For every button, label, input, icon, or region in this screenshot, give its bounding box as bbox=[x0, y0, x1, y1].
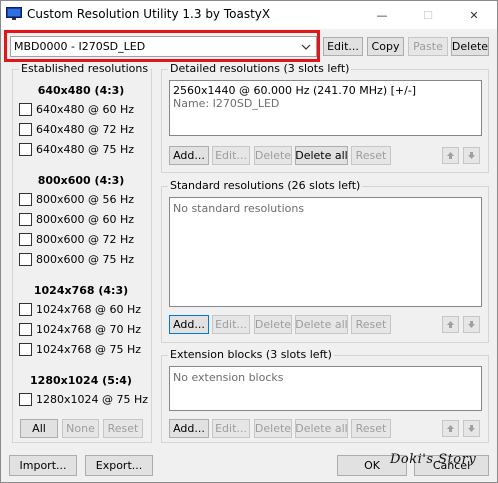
extension-reset-button[interactable]: Reset bbox=[351, 419, 391, 438]
checkbox-label: 640x480 @ 75 Hz bbox=[36, 143, 135, 156]
extension-delete-button[interactable]: Delete bbox=[254, 419, 292, 438]
close-button[interactable]: ✕ bbox=[451, 1, 497, 29]
checkbox-box[interactable] bbox=[19, 103, 32, 116]
group-header-1024: 1024x768 (4:3) bbox=[33, 284, 129, 297]
standard-reset-button[interactable]: Reset bbox=[351, 315, 391, 334]
delete-monitor-button[interactable]: Delete bbox=[451, 37, 489, 56]
checkbox-800x600-56[interactable]: 800x600 @ 56 Hz bbox=[19, 193, 134, 206]
standard-add-button[interactable]: Add... bbox=[169, 315, 209, 334]
checkbox-label: 800x600 @ 75 Hz bbox=[36, 253, 135, 266]
checkbox-640x480-75[interactable]: 640x480 @ 75 Hz bbox=[19, 143, 134, 156]
extension-move-down-button[interactable] bbox=[463, 420, 480, 437]
group-header-800: 800x600 (4:3) bbox=[37, 174, 125, 187]
minimize-button[interactable]: — bbox=[359, 1, 405, 29]
checkbox-box[interactable] bbox=[19, 213, 32, 226]
arrow-up-icon bbox=[447, 425, 454, 432]
chevron-down-icon bbox=[301, 44, 311, 50]
arrow-down-icon bbox=[468, 152, 475, 159]
checkbox-label: 640x480 @ 72 Hz bbox=[36, 123, 135, 136]
detailed-entry[interactable]: 2560x1440 @ 60.000 Hz (241.70 MHz) [+/-] bbox=[173, 84, 416, 97]
standard-resolutions-list[interactable]: No standard resolutions bbox=[169, 197, 482, 307]
checkbox-label: 800x600 @ 56 Hz bbox=[36, 193, 135, 206]
checkbox-800x600-72[interactable]: 800x600 @ 72 Hz bbox=[19, 233, 134, 246]
checkbox-640x480-72[interactable]: 640x480 @ 72 Hz bbox=[19, 123, 134, 136]
detailed-resolutions-list[interactable]: 2560x1440 @ 60.000 Hz (241.70 MHz) [+/-]… bbox=[169, 80, 482, 136]
extension-empty-text: No extension blocks bbox=[173, 371, 284, 384]
minimize-icon: — bbox=[376, 8, 388, 22]
detailed-move-up-button[interactable] bbox=[442, 147, 459, 164]
detailed-delete-button[interactable]: Delete bbox=[254, 146, 292, 165]
checkbox-box[interactable] bbox=[19, 253, 32, 266]
monitor-icon bbox=[6, 7, 22, 20]
checkbox-label: 640x480 @ 60 Hz bbox=[36, 103, 135, 116]
standard-edit-button[interactable]: Edit... bbox=[212, 315, 250, 334]
checkbox-label: 1024x768 @ 70 Hz bbox=[36, 323, 142, 336]
paste-button[interactable]: Paste bbox=[408, 37, 448, 56]
checkbox-box[interactable] bbox=[19, 393, 32, 406]
detailed-reset-button[interactable]: Reset bbox=[351, 146, 391, 165]
checkbox-1024x768-75[interactable]: 1024x768 @ 75 Hz bbox=[19, 343, 141, 356]
checkbox-label: 1024x768 @ 60 Hz bbox=[36, 303, 142, 316]
established-reset-button[interactable]: Reset bbox=[103, 419, 143, 438]
detailed-title: Detailed resolutions (3 slots left) bbox=[168, 62, 352, 75]
extension-title: Extension blocks (3 slots left) bbox=[168, 348, 334, 361]
export-button[interactable]: Export... bbox=[85, 455, 153, 476]
standard-title: Standard resolutions (26 slots left) bbox=[168, 179, 363, 192]
standard-empty-text: No standard resolutions bbox=[173, 202, 305, 215]
arrow-up-icon bbox=[447, 321, 454, 328]
detailed-add-button[interactable]: Add... bbox=[169, 146, 209, 165]
arrow-up-icon bbox=[447, 152, 454, 159]
import-button[interactable]: Import... bbox=[9, 455, 77, 476]
standard-delete-all-button[interactable]: Delete all bbox=[295, 315, 348, 334]
checkbox-box[interactable] bbox=[19, 233, 32, 246]
checkbox-1024x768-60[interactable]: 1024x768 @ 60 Hz bbox=[19, 303, 141, 316]
checkbox-label: 800x600 @ 60 Hz bbox=[36, 213, 135, 226]
checkbox-800x600-60[interactable]: 800x600 @ 60 Hz bbox=[19, 213, 134, 226]
close-icon: ✕ bbox=[469, 8, 479, 22]
edit-monitor-button[interactable]: Edit... bbox=[323, 37, 363, 56]
window-title: Custom Resolution Utility 1.3 by ToastyX bbox=[27, 7, 271, 21]
extension-delete-all-button[interactable]: Delete all bbox=[295, 419, 348, 438]
title-bar[interactable]: Custom Resolution Utility 1.3 by ToastyX… bbox=[1, 1, 497, 29]
checkbox-640x480-60[interactable]: 640x480 @ 60 Hz bbox=[19, 103, 134, 116]
standard-delete-button[interactable]: Delete bbox=[254, 315, 292, 334]
checkbox-box[interactable] bbox=[19, 343, 32, 356]
detailed-delete-all-button[interactable]: Delete all bbox=[295, 146, 348, 165]
select-all-button[interactable]: All bbox=[20, 419, 58, 438]
checkbox-box[interactable] bbox=[19, 303, 32, 316]
app-window: Custom Resolution Utility 1.3 by ToastyX… bbox=[0, 0, 498, 483]
checkbox-label: 1024x768 @ 75 Hz bbox=[36, 343, 142, 356]
checkbox-1024x768-70[interactable]: 1024x768 @ 70 Hz bbox=[19, 323, 141, 336]
checkbox-box[interactable] bbox=[19, 193, 32, 206]
checkbox-label: 1280x1024 @ 75 Hz bbox=[36, 393, 149, 406]
detailed-edit-button[interactable]: Edit... bbox=[212, 146, 250, 165]
monitor-select[interactable]: MBD0000 - I270SD_LED bbox=[10, 36, 317, 57]
extension-add-button[interactable]: Add... bbox=[169, 419, 209, 438]
extension-blocks-list[interactable]: No extension blocks bbox=[169, 366, 482, 411]
checkbox-box[interactable] bbox=[19, 143, 32, 156]
watermark-text: Doki's Story bbox=[390, 452, 477, 467]
checkbox-800x600-75[interactable]: 800x600 @ 75 Hz bbox=[19, 253, 134, 266]
standard-move-down-button[interactable] bbox=[463, 316, 480, 333]
extension-move-up-button[interactable] bbox=[442, 420, 459, 437]
extension-edit-button[interactable]: Edit... bbox=[212, 419, 250, 438]
group-header-1280: 1280x1024 (5:4) bbox=[30, 374, 132, 387]
select-none-button[interactable]: None bbox=[62, 419, 99, 438]
checkbox-box[interactable] bbox=[19, 123, 32, 136]
checkbox-label: 800x600 @ 72 Hz bbox=[36, 233, 135, 246]
checkbox-1280x1024-75[interactable]: 1280x1024 @ 75 Hz bbox=[19, 393, 148, 406]
checkbox-box[interactable] bbox=[19, 323, 32, 336]
detailed-move-down-button[interactable] bbox=[463, 147, 480, 164]
maximize-icon: ☐ bbox=[423, 8, 433, 22]
arrow-down-icon bbox=[468, 321, 475, 328]
copy-button[interactable]: Copy bbox=[367, 37, 404, 56]
monitor-select-value: MBD0000 - I270SD_LED bbox=[14, 40, 146, 53]
established-title: Established resolutions bbox=[19, 62, 151, 75]
group-header-640: 640x480 (4:3) bbox=[37, 84, 125, 97]
maximize-button[interactable]: ☐ bbox=[405, 1, 451, 29]
arrow-down-icon bbox=[468, 425, 475, 432]
detailed-entry-name: Name: I270SD_LED bbox=[173, 97, 280, 110]
standard-move-up-button[interactable] bbox=[442, 316, 459, 333]
